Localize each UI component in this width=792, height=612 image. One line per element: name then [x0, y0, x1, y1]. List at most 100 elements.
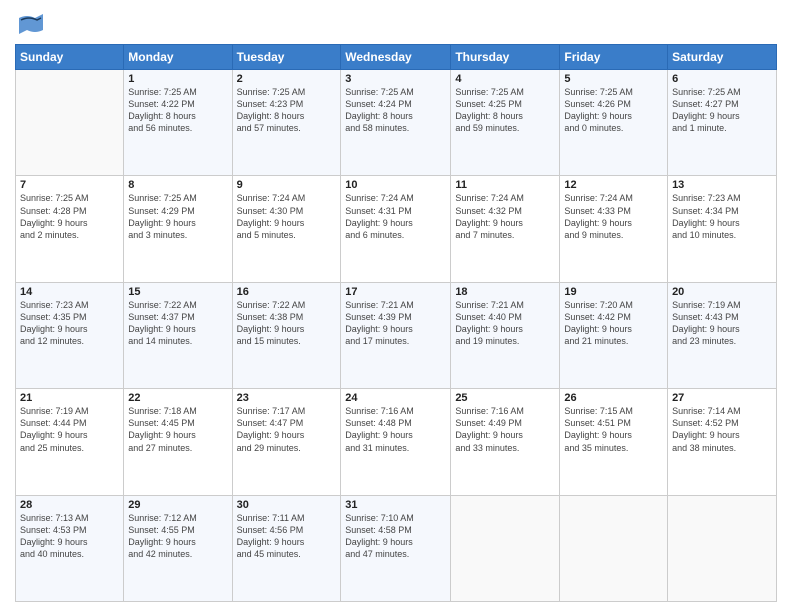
day-info: Sunrise: 7:25 AM Sunset: 4:23 PM Dayligh…	[237, 86, 337, 135]
day-cell: 10Sunrise: 7:24 AM Sunset: 4:31 PM Dayli…	[341, 176, 451, 282]
day-cell: 29Sunrise: 7:12 AM Sunset: 4:55 PM Dayli…	[124, 495, 232, 601]
day-number: 29	[128, 499, 227, 511]
day-number: 20	[672, 286, 772, 298]
day-number: 28	[20, 499, 119, 511]
day-cell: 5Sunrise: 7:25 AM Sunset: 4:26 PM Daylig…	[560, 70, 668, 176]
day-cell: 3Sunrise: 7:25 AM Sunset: 4:24 PM Daylig…	[341, 70, 451, 176]
day-info: Sunrise: 7:15 AM Sunset: 4:51 PM Dayligh…	[564, 405, 663, 454]
day-number: 1	[128, 73, 227, 85]
day-info: Sunrise: 7:24 AM Sunset: 4:33 PM Dayligh…	[564, 192, 663, 241]
day-number: 14	[20, 286, 119, 298]
day-cell: 23Sunrise: 7:17 AM Sunset: 4:47 PM Dayli…	[232, 389, 341, 495]
day-info: Sunrise: 7:25 AM Sunset: 4:29 PM Dayligh…	[128, 192, 227, 241]
day-info: Sunrise: 7:19 AM Sunset: 4:43 PM Dayligh…	[672, 299, 772, 348]
logo	[15, 10, 47, 38]
day-number: 27	[672, 392, 772, 404]
day-cell: 21Sunrise: 7:19 AM Sunset: 4:44 PM Dayli…	[16, 389, 124, 495]
day-info: Sunrise: 7:12 AM Sunset: 4:55 PM Dayligh…	[128, 512, 227, 561]
day-cell: 24Sunrise: 7:16 AM Sunset: 4:48 PM Dayli…	[341, 389, 451, 495]
day-cell	[451, 495, 560, 601]
day-number: 12	[564, 179, 663, 191]
day-number: 21	[20, 392, 119, 404]
day-cell: 1Sunrise: 7:25 AM Sunset: 4:22 PM Daylig…	[124, 70, 232, 176]
day-info: Sunrise: 7:14 AM Sunset: 4:52 PM Dayligh…	[672, 405, 772, 454]
day-info: Sunrise: 7:19 AM Sunset: 4:44 PM Dayligh…	[20, 405, 119, 454]
day-cell: 15Sunrise: 7:22 AM Sunset: 4:37 PM Dayli…	[124, 282, 232, 388]
day-number: 5	[564, 73, 663, 85]
day-number: 23	[237, 392, 337, 404]
day-info: Sunrise: 7:25 AM Sunset: 4:25 PM Dayligh…	[455, 86, 555, 135]
day-number: 15	[128, 286, 227, 298]
day-cell: 17Sunrise: 7:21 AM Sunset: 4:39 PM Dayli…	[341, 282, 451, 388]
day-cell: 20Sunrise: 7:19 AM Sunset: 4:43 PM Dayli…	[668, 282, 777, 388]
day-cell: 22Sunrise: 7:18 AM Sunset: 4:45 PM Dayli…	[124, 389, 232, 495]
day-number: 17	[345, 286, 446, 298]
day-info: Sunrise: 7:22 AM Sunset: 4:38 PM Dayligh…	[237, 299, 337, 348]
day-info: Sunrise: 7:16 AM Sunset: 4:48 PM Dayligh…	[345, 405, 446, 454]
week-row-1: 1Sunrise: 7:25 AM Sunset: 4:22 PM Daylig…	[16, 70, 777, 176]
day-info: Sunrise: 7:25 AM Sunset: 4:22 PM Dayligh…	[128, 86, 227, 135]
day-cell	[668, 495, 777, 601]
calendar-table: SundayMondayTuesdayWednesdayThursdayFrid…	[15, 44, 777, 602]
day-number: 19	[564, 286, 663, 298]
day-number: 22	[128, 392, 227, 404]
day-number: 25	[455, 392, 555, 404]
day-cell: 30Sunrise: 7:11 AM Sunset: 4:56 PM Dayli…	[232, 495, 341, 601]
day-number: 7	[20, 179, 119, 191]
day-cell: 31Sunrise: 7:10 AM Sunset: 4:58 PM Dayli…	[341, 495, 451, 601]
day-info: Sunrise: 7:24 AM Sunset: 4:32 PM Dayligh…	[455, 192, 555, 241]
day-info: Sunrise: 7:25 AM Sunset: 4:27 PM Dayligh…	[672, 86, 772, 135]
header-sunday: Sunday	[16, 45, 124, 70]
day-info: Sunrise: 7:18 AM Sunset: 4:45 PM Dayligh…	[128, 405, 227, 454]
day-number: 26	[564, 392, 663, 404]
day-info: Sunrise: 7:16 AM Sunset: 4:49 PM Dayligh…	[455, 405, 555, 454]
day-cell: 6Sunrise: 7:25 AM Sunset: 4:27 PM Daylig…	[668, 70, 777, 176]
day-info: Sunrise: 7:24 AM Sunset: 4:30 PM Dayligh…	[237, 192, 337, 241]
day-cell: 18Sunrise: 7:21 AM Sunset: 4:40 PM Dayli…	[451, 282, 560, 388]
day-cell	[560, 495, 668, 601]
day-number: 11	[455, 179, 555, 191]
day-cell: 11Sunrise: 7:24 AM Sunset: 4:32 PM Dayli…	[451, 176, 560, 282]
day-number: 10	[345, 179, 446, 191]
day-info: Sunrise: 7:21 AM Sunset: 4:39 PM Dayligh…	[345, 299, 446, 348]
day-info: Sunrise: 7:24 AM Sunset: 4:31 PM Dayligh…	[345, 192, 446, 241]
day-info: Sunrise: 7:20 AM Sunset: 4:42 PM Dayligh…	[564, 299, 663, 348]
day-number: 9	[237, 179, 337, 191]
week-row-3: 14Sunrise: 7:23 AM Sunset: 4:35 PM Dayli…	[16, 282, 777, 388]
day-info: Sunrise: 7:10 AM Sunset: 4:58 PM Dayligh…	[345, 512, 446, 561]
day-cell: 2Sunrise: 7:25 AM Sunset: 4:23 PM Daylig…	[232, 70, 341, 176]
day-info: Sunrise: 7:22 AM Sunset: 4:37 PM Dayligh…	[128, 299, 227, 348]
week-row-2: 7Sunrise: 7:25 AM Sunset: 4:28 PM Daylig…	[16, 176, 777, 282]
day-number: 13	[672, 179, 772, 191]
calendar-header-row: SundayMondayTuesdayWednesdayThursdayFrid…	[16, 45, 777, 70]
day-cell: 8Sunrise: 7:25 AM Sunset: 4:29 PM Daylig…	[124, 176, 232, 282]
day-info: Sunrise: 7:17 AM Sunset: 4:47 PM Dayligh…	[237, 405, 337, 454]
day-cell: 19Sunrise: 7:20 AM Sunset: 4:42 PM Dayli…	[560, 282, 668, 388]
day-cell: 13Sunrise: 7:23 AM Sunset: 4:34 PM Dayli…	[668, 176, 777, 282]
day-number: 30	[237, 499, 337, 511]
logo-icon	[15, 10, 43, 38]
day-cell: 4Sunrise: 7:25 AM Sunset: 4:25 PM Daylig…	[451, 70, 560, 176]
day-info: Sunrise: 7:11 AM Sunset: 4:56 PM Dayligh…	[237, 512, 337, 561]
day-info: Sunrise: 7:21 AM Sunset: 4:40 PM Dayligh…	[455, 299, 555, 348]
day-info: Sunrise: 7:23 AM Sunset: 4:35 PM Dayligh…	[20, 299, 119, 348]
day-number: 6	[672, 73, 772, 85]
day-info: Sunrise: 7:25 AM Sunset: 4:24 PM Dayligh…	[345, 86, 446, 135]
day-cell: 9Sunrise: 7:24 AM Sunset: 4:30 PM Daylig…	[232, 176, 341, 282]
page-header	[15, 10, 777, 38]
day-number: 2	[237, 73, 337, 85]
header-monday: Monday	[124, 45, 232, 70]
header-saturday: Saturday	[668, 45, 777, 70]
day-number: 4	[455, 73, 555, 85]
header-wednesday: Wednesday	[341, 45, 451, 70]
day-number: 8	[128, 179, 227, 191]
day-cell: 7Sunrise: 7:25 AM Sunset: 4:28 PM Daylig…	[16, 176, 124, 282]
day-number: 3	[345, 73, 446, 85]
day-number: 24	[345, 392, 446, 404]
day-info: Sunrise: 7:25 AM Sunset: 4:26 PM Dayligh…	[564, 86, 663, 135]
day-number: 18	[455, 286, 555, 298]
day-number: 16	[237, 286, 337, 298]
day-cell: 26Sunrise: 7:15 AM Sunset: 4:51 PM Dayli…	[560, 389, 668, 495]
header-friday: Friday	[560, 45, 668, 70]
day-number: 31	[345, 499, 446, 511]
